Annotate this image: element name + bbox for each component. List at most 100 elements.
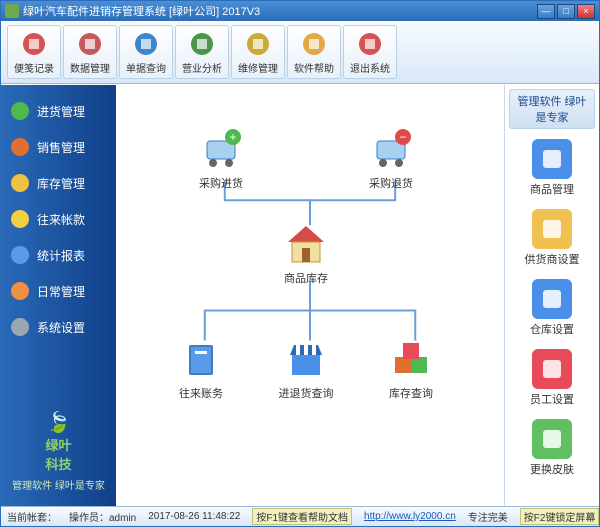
rpanel-item-skin[interactable]: 更换皮肤 bbox=[509, 415, 595, 485]
brand-text-2: 科技 bbox=[45, 457, 71, 472]
sidebar-item-label: 往来帐款 bbox=[37, 211, 85, 228]
sidebar-item-ar[interactable]: 往来帐款 bbox=[5, 201, 112, 237]
status-datetime: 2017-08-26 11:48:22 bbox=[148, 511, 240, 522]
book-icon bbox=[177, 335, 225, 383]
window-title: 绿叶汽车配件进销存管理系统 [绿叶公司] 2017V3 bbox=[23, 3, 535, 19]
sidebar-item-label: 统计报表 bbox=[37, 247, 85, 264]
close-button[interactable]: × bbox=[577, 4, 595, 19]
rpanel-item-label: 员工设置 bbox=[509, 391, 595, 407]
toolbar-note-button[interactable]: 便笺记录 bbox=[7, 25, 61, 79]
sidebar-item-purchase[interactable]: 进货管理 bbox=[5, 93, 112, 129]
toolbar-label: 便笺记录 bbox=[14, 60, 54, 75]
skin-icon bbox=[532, 419, 572, 459]
toolbar-maintain-button[interactable]: 维修管理 bbox=[231, 25, 285, 79]
toolbar-exit-button[interactable]: 退出系统 bbox=[343, 25, 397, 79]
sidebar-item-label: 日常管理 bbox=[37, 283, 85, 300]
brand-slogan: 管理软件 绿叶是专家 bbox=[7, 477, 110, 492]
toolbar-label: 软件帮助 bbox=[294, 60, 334, 75]
svg-text:−: − bbox=[399, 130, 406, 144]
tools-icon bbox=[244, 30, 272, 58]
app-window: 绿叶汽车配件进销存管理系统 [绿叶公司] 2017V3 — □ × 便笺记录 数据… bbox=[0, 0, 600, 527]
rpanel-item-label: 商品管理 bbox=[509, 181, 595, 197]
rpanel-item-label: 供货商设置 bbox=[509, 251, 595, 267]
house-icon bbox=[282, 220, 330, 268]
toolbar-label: 营业分析 bbox=[182, 60, 222, 75]
sidebar-item-label: 销售管理 bbox=[37, 139, 85, 156]
sidebar-item-sales[interactable]: 销售管理 bbox=[5, 129, 112, 165]
right-panel-title: 管理软件 绿叶是专家 bbox=[509, 89, 595, 129]
node-label: 进退货查询 bbox=[271, 385, 341, 401]
leaf-icon: 🍃 bbox=[7, 410, 110, 435]
sidebar-item-label: 系统设置 bbox=[37, 319, 85, 336]
brand-text-1: 绿叶 bbox=[45, 438, 71, 453]
toolbar-query-button[interactable]: 单据查询 bbox=[119, 25, 173, 79]
maximize-button[interactable]: □ bbox=[557, 4, 575, 19]
app-icon bbox=[5, 4, 19, 18]
node-label: 采购退货 bbox=[356, 175, 426, 191]
supplier-icon bbox=[532, 209, 572, 249]
rpanel-item-warehouse[interactable]: 仓库设置 bbox=[509, 275, 595, 345]
toolbar-label: 退出系统 bbox=[350, 60, 390, 75]
status-url[interactable]: http://www.ly2000.cn bbox=[364, 511, 456, 522]
toolbar-help-button[interactable]: 软件帮助 bbox=[287, 25, 341, 79]
warehouse-icon bbox=[532, 279, 572, 319]
node-io-query[interactable]: 进退货查询 bbox=[271, 335, 341, 401]
node-purchase-return[interactable]: − 采购退货 bbox=[356, 125, 426, 191]
node-label: 库存查询 bbox=[376, 385, 446, 401]
status-account: 当前帐套： bbox=[7, 509, 57, 524]
cart-add-icon: + bbox=[197, 125, 245, 173]
svg-text:+: + bbox=[229, 130, 236, 144]
sidebar-item-stock[interactable]: 库存管理 bbox=[5, 165, 112, 201]
minimize-button[interactable]: — bbox=[537, 4, 555, 19]
rpanel-item-label: 更换皮肤 bbox=[509, 461, 595, 477]
node-ar-query[interactable]: 往来账务 bbox=[166, 335, 236, 401]
pie-icon bbox=[9, 136, 31, 158]
titlebar: 绿叶汽车配件进销存管理系统 [绿叶公司] 2017V3 — □ × bbox=[1, 1, 599, 21]
rpanel-item-goods[interactable]: 商品管理 bbox=[509, 135, 595, 205]
rpanel-item-staff[interactable]: 员工设置 bbox=[509, 345, 595, 415]
workspace: 进货管理销售管理库存管理往来帐款统计报表日常管理系统设置 🍃 绿叶 科技 管理软… bbox=[1, 84, 599, 506]
status-hint-f1: 按F1键查看帮助文档 bbox=[252, 508, 352, 525]
help-icon bbox=[300, 30, 328, 58]
flow-canvas: + 采购进货 − 采购退货 商品库存 往来账务 进退货查询 库存查询 bbox=[116, 85, 504, 506]
node-label: 往来账务 bbox=[166, 385, 236, 401]
boxes-icon bbox=[387, 335, 435, 383]
sidebar: 进货管理销售管理库存管理往来帐款统计报表日常管理系统设置 🍃 绿叶 科技 管理软… bbox=[1, 85, 116, 506]
bars-icon bbox=[9, 244, 31, 266]
status-operator: 操作员：admin bbox=[69, 509, 136, 524]
exit-icon bbox=[356, 30, 384, 58]
sidebar-item-label: 库存管理 bbox=[37, 175, 85, 192]
flow-lines bbox=[116, 85, 504, 506]
rpanel-item-supplier[interactable]: 供货商设置 bbox=[509, 205, 595, 275]
note-icon bbox=[20, 30, 48, 58]
right-panel: 管理软件 绿叶是专家 商品管理供货商设置仓库设置员工设置更换皮肤 bbox=[504, 85, 599, 506]
toolbar-analyze-button[interactable]: 营业分析 bbox=[175, 25, 229, 79]
node-stock-query[interactable]: 库存查询 bbox=[376, 335, 446, 401]
toolbar-label: 单据查询 bbox=[126, 60, 166, 75]
sidebar-item-report[interactable]: 统计报表 bbox=[5, 237, 112, 273]
sidebar-brand: 🍃 绿叶 科技 管理软件 绿叶是专家 bbox=[5, 404, 112, 498]
staff-icon bbox=[532, 349, 572, 389]
rpanel-item-label: 仓库设置 bbox=[509, 321, 595, 337]
status-slogan: 专注完美 bbox=[468, 509, 508, 524]
status-hint-f2: 按F2键锁定屏幕 bbox=[520, 508, 600, 525]
statusbar: 当前帐套： 操作员：admin 2017-08-26 11:48:22 按F1键… bbox=[1, 506, 599, 526]
toolbar-data-button[interactable]: 数据管理 bbox=[63, 25, 117, 79]
gear-icon bbox=[9, 316, 31, 338]
sidebar-item-daily[interactable]: 日常管理 bbox=[5, 273, 112, 309]
node-inventory[interactable]: 商品库存 bbox=[271, 220, 341, 286]
toolbar-label: 维修管理 bbox=[238, 60, 278, 75]
search-icon bbox=[132, 30, 160, 58]
shop-icon bbox=[282, 335, 330, 383]
goods-icon bbox=[532, 139, 572, 179]
data-icon bbox=[76, 30, 104, 58]
flag-icon bbox=[9, 172, 31, 194]
folder-icon bbox=[9, 280, 31, 302]
node-purchase-in[interactable]: + 采购进货 bbox=[186, 125, 256, 191]
node-label: 采购进货 bbox=[186, 175, 256, 191]
sidebar-item-settings[interactable]: 系统设置 bbox=[5, 309, 112, 345]
plus-icon bbox=[9, 100, 31, 122]
toolbar-label: 数据管理 bbox=[70, 60, 110, 75]
node-label: 商品库存 bbox=[271, 270, 341, 286]
sidebar-item-label: 进货管理 bbox=[37, 103, 85, 120]
